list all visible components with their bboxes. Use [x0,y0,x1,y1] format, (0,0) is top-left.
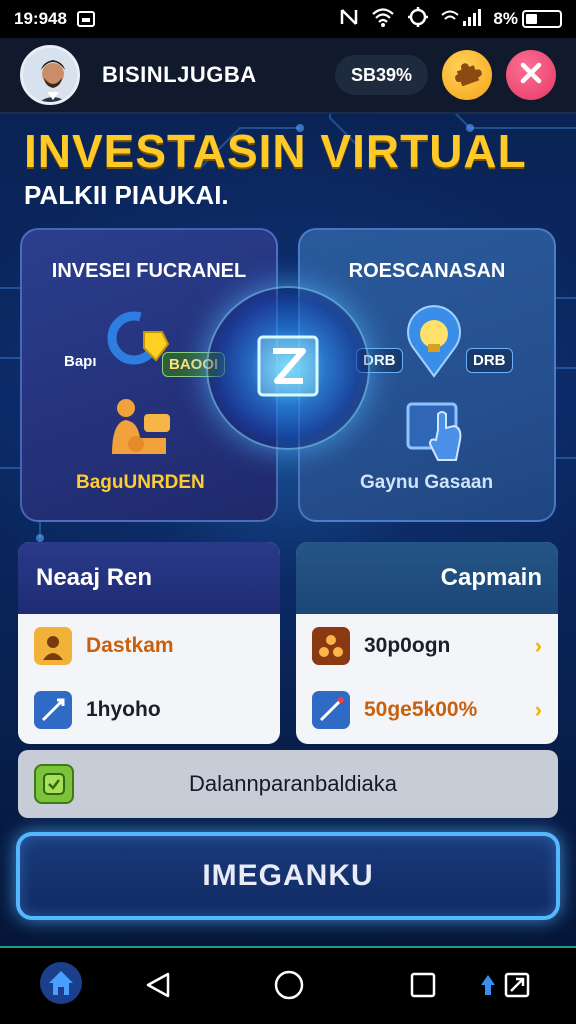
screen-rotate-button[interactable] [470,966,540,1008]
tag-left-a: Bapı [64,353,97,370]
battery-percent: 8% [493,9,518,28]
chart-line-icon [34,691,72,729]
square-icon [409,971,437,1004]
list-item-label: 50ge5k00% [364,698,478,721]
status-bar: 19:948 8% [0,0,576,38]
panel-title: Capmain [296,542,558,614]
list-item[interactable]: 1hyoho [18,678,280,742]
notice-text: Dalannparanbaldiaka [189,771,397,796]
feature-label-left: BaguUNRDEN [76,472,205,493]
touch-screen-icon [404,400,472,471]
panel-right: Capmain 30p0ogn › 50ge5k00% › [296,542,558,744]
app-header: BISINLJUGBA SB39% [0,38,576,114]
check-badge-icon [34,764,74,804]
hero-title: INVESTASIN VIRTUAL [24,125,527,177]
hero-subtitle: PALKII PIAUKAI. [24,180,229,210]
circle-icon [273,969,305,1006]
panel-left: Neaaj Ren Dastkam 1hyoho [18,542,280,744]
list-item[interactable]: 30p0ogn › [296,614,558,678]
list-item[interactable]: 50ge5k00% › [296,678,558,742]
wifi-icon [371,7,395,32]
nfc-icon [339,7,359,32]
puzzle-icon [452,58,482,93]
expand-icon [503,971,531,1004]
app-title: BISINLJUGBA [102,62,257,87]
handshake-icon [106,394,176,467]
gear-alert-icon [407,6,429,33]
signal-icon [441,7,482,32]
bottom-nav-bar [0,946,576,1024]
chevron-right-icon: › [534,697,542,722]
feature-label-right: Gaynu Gasaan [360,472,494,493]
status-time: 19:948 [14,9,67,28]
balance-pill[interactable]: SB39% [334,55,428,95]
arrow-up-icon [479,973,497,1002]
close-button[interactable] [506,50,556,100]
puzzle-button[interactable] [442,50,492,100]
list-item-label: 1hyoho [86,698,161,721]
home-button[interactable] [38,961,84,1010]
lightbulb-icon [402,302,466,385]
battery-icon [522,10,562,28]
back-button[interactable] [138,966,180,1008]
tag-right-b: DRB [466,348,513,373]
list-item[interactable]: Dastkam [18,614,280,678]
list-item-label: Dastkam [86,634,174,657]
back-triangle-icon [144,970,174,1005]
battery-indicator: 8% [493,9,562,29]
home-icon [39,961,83,1010]
recents-button[interactable] [402,966,444,1008]
panel-title: Neaaj Ren [18,542,280,614]
network-icon [312,627,350,665]
person-icon [34,627,72,665]
home-circle-button[interactable] [268,966,310,1008]
chevron-right-icon: › [534,633,542,658]
card-title: ROESCANASAN [348,260,506,282]
chart-line-icon [312,691,350,729]
z-logo-icon [253,331,323,406]
close-icon [518,60,544,91]
list-item-label: 30p0ogn [364,634,451,657]
avatar[interactable] [20,45,80,105]
notification-icon [76,11,95,27]
card-title: INVESEI FUCRANEL [51,260,247,282]
primary-action-button[interactable]: IMEGANKU [16,832,560,920]
center-orb[interactable] [206,286,370,450]
notice-bar[interactable]: Dalannparanbaldiaka [18,750,558,818]
